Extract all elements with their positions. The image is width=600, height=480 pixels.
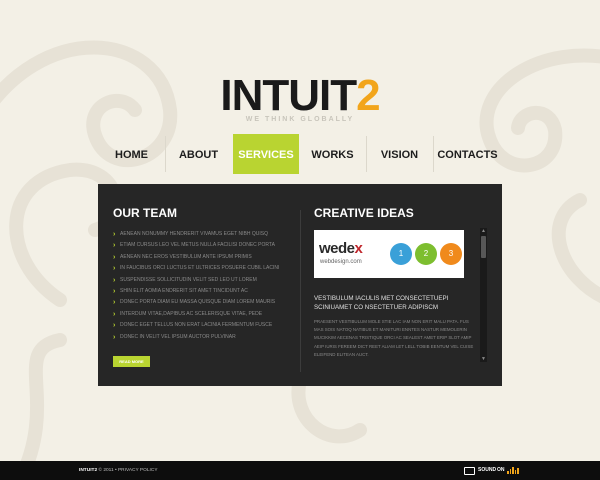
team-list-item[interactable]: IN FAUCIBUS ORCI LUCTUS ET ULTRICES POSU… (113, 263, 293, 274)
team-list-item[interactable]: INTERDUM VITAE,DAPIBUS AC SCELERISQUE VI… (113, 309, 293, 320)
footer-copy-text[interactable]: © 2011 • PRIVACY POLICY (97, 468, 157, 473)
scroll-up-icon[interactable]: ▲ (480, 228, 487, 234)
nav-vision[interactable]: VISION (366, 134, 433, 174)
creative-body-text: PRAESENT VESTIBULUM MOLE STIE LAC IAM NO… (314, 319, 474, 357)
creative-ideas-heading: CREATIVE IDEAS (314, 206, 414, 220)
team-list-item[interactable]: AENEAN NEC EROS VESTIBULUM ANTE IPSUM PR… (113, 252, 293, 263)
our-team-heading: OUR TEAM (113, 206, 177, 220)
circle-badge-2: 2 (415, 243, 437, 265)
team-list: AENEAN NONUMMY HENDRERIT VIVAMUS EGET NI… (113, 229, 293, 343)
wedex-banner-image[interactable]: wedex webdesign.com 1 2 3 (314, 230, 464, 278)
read-more-button[interactable]: READ MORE (113, 356, 150, 367)
team-list-item[interactable]: DONEC EGET TELLUS NON ERAT LACINIA FERME… (113, 320, 293, 331)
circle-badge-3: 3 (440, 243, 462, 265)
nav-contacts[interactable]: CONTACTS (433, 134, 502, 174)
nav-works[interactable]: WORKS (299, 134, 366, 174)
team-list-item[interactable]: ETIAM CURSUS LEO VEL METUS NULLA FACILIS… (113, 240, 293, 251)
wedex-subtext: webdesign.com (320, 259, 362, 265)
team-list-item[interactable]: SHIN ELIT AOMIA ENDRERIT SIT AMET TINCID… (113, 286, 293, 297)
sound-label: SOUND (478, 467, 497, 473)
site-logo[interactable]: INTUIT2 (0, 74, 600, 118)
footer-copyright: INTUIT2 © 2011 • PRIVACY POLICY (79, 461, 158, 480)
logo-main: INTUIT (220, 71, 357, 120)
tagline: WE THINK GLOBALLY (245, 116, 355, 123)
circle-badge-1: 1 (390, 243, 412, 265)
team-list-item[interactable]: DONEC IN VELIT VEL IPSUM AUCTOR PULVINAR (113, 332, 293, 343)
logo-accent: 2 (356, 71, 381, 120)
content-panel: OUR TEAM AENEAN NONUMMY HENDRERIT VIVAMU… (98, 184, 502, 386)
column-divider (300, 210, 301, 372)
equalizer-icon[interactable] (507, 467, 519, 474)
scrollbar-thumb[interactable] (481, 236, 486, 258)
team-list-item[interactable]: AENEAN NONUMMY HENDRERIT VIVAMUS EGET NI… (113, 229, 293, 240)
footer: INTUIT2 © 2011 • PRIVACY POLICY SOUND ON (0, 461, 600, 480)
main-nav: HOME ABOUT SERVICES WORKS VISION CONTACT… (98, 134, 502, 174)
team-list-item[interactable]: DONEC PORTA DIAM EU MASSA QUISQUE DIAM L… (113, 297, 293, 308)
sound-state[interactable]: ON (497, 461, 505, 480)
nav-services[interactable]: SERVICES (233, 134, 299, 174)
wedex-logo: wedex (319, 240, 363, 257)
footer-brand: INTUIT2 (79, 468, 98, 473)
nav-about[interactable]: ABOUT (165, 134, 232, 174)
scroll-down-icon[interactable]: ▼ (480, 356, 487, 362)
speaker-icon[interactable] (464, 467, 475, 475)
team-list-item[interactable]: SUSPENDISSE SOLLICITUDIN VELIT SED LEO U… (113, 275, 293, 286)
creative-heading[interactable]: VESTIBULUM IACULIS MET CONSECTETUEPI SCI… (314, 294, 476, 312)
nav-home[interactable]: HOME (98, 134, 165, 174)
